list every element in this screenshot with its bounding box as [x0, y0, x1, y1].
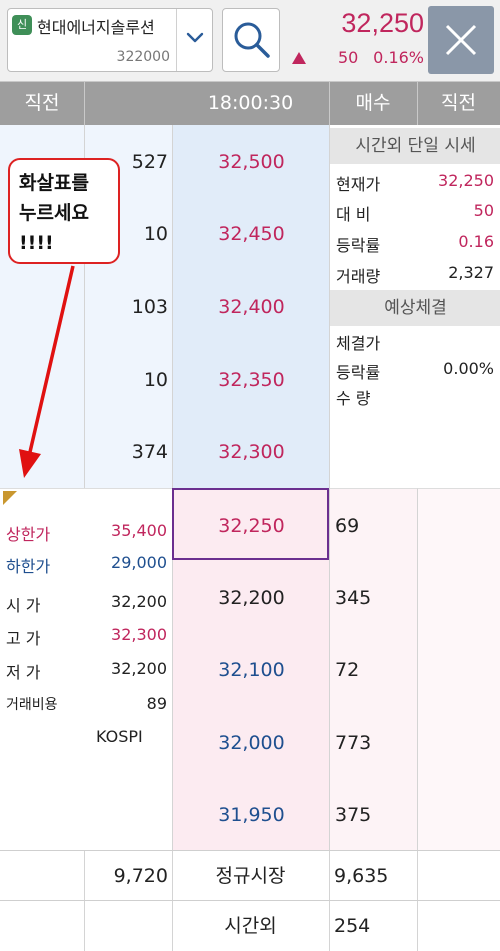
- bid-prev-column: [417, 488, 500, 850]
- volume-ratio-value: 89: [146, 694, 167, 713]
- after-hours-bid: 254: [334, 915, 371, 937]
- low-value: 32,200: [111, 659, 167, 678]
- market-badge: 신: [12, 15, 32, 35]
- bid-price[interactable]: 32,000: [173, 732, 330, 754]
- after-hours-title: 시간외 단일 시세: [330, 128, 500, 164]
- ask-qty[interactable]: 527: [132, 151, 168, 173]
- stock-info-column: 상한가 35,400 하한가 29,000 시 가 32,200 고 가 32,…: [0, 488, 172, 850]
- bid-price[interactable]: 31,950: [173, 804, 330, 826]
- stock-dropdown-button[interactable]: [176, 9, 212, 71]
- ask-price[interactable]: 32,450: [173, 223, 330, 245]
- annotation-text: 화살표를 누르세요 !!!!: [19, 172, 89, 254]
- header-time: 18:00:30: [207, 92, 294, 114]
- ah-change-label: 대 비: [336, 205, 371, 224]
- bid-total: 9,635: [334, 865, 389, 887]
- bid-qty[interactable]: 72: [335, 659, 359, 681]
- exp-qty-label: 수 량: [336, 389, 371, 408]
- header-prev-left: 직전: [24, 92, 60, 114]
- orderbook-header: 직전 18:00:30 매수 직전: [0, 82, 500, 125]
- up-triangle-icon: [292, 52, 306, 64]
- exp-rate-label: 등락률: [336, 363, 381, 382]
- ask-qty[interactable]: 10: [144, 223, 168, 245]
- ask-price[interactable]: 32,300: [173, 441, 330, 463]
- corner-flag-icon: [3, 491, 17, 505]
- ask-price[interactable]: 32,400: [173, 296, 330, 318]
- bid-quantity-column: 69 345 72 773 375: [329, 488, 417, 850]
- current-price: 32,250: [341, 8, 424, 38]
- search-button[interactable]: [222, 8, 280, 72]
- ask-qty[interactable]: 103: [132, 296, 168, 318]
- bid-price[interactable]: 32,100: [173, 659, 330, 681]
- search-icon: [234, 22, 270, 58]
- after-hours-row: 시간외 254: [0, 900, 500, 951]
- annotation-callout: 화살표를 누르세요 !!!!: [8, 158, 120, 264]
- ask-price[interactable]: 32,350: [173, 369, 330, 391]
- stock-header-bar: 신 현대에너지솔루션 322000 32,250 50 0.16%: [0, 0, 500, 82]
- upper-limit-value: 35,400: [111, 521, 167, 540]
- bid-price[interactable]: 32,200: [173, 587, 330, 609]
- stock-name[interactable]: 현대에너지솔루션: [37, 14, 185, 38]
- after-hours-label[interactable]: 시간외: [172, 901, 329, 951]
- ah-current-label: 현재가: [336, 175, 381, 194]
- stock-selector[interactable]: 신 현대에너지솔루션 322000: [7, 8, 213, 72]
- bid-qty[interactable]: 345: [335, 587, 371, 609]
- open-label: 시 가: [6, 596, 41, 615]
- low-label: 저 가: [6, 663, 41, 682]
- upper-limit-label: 상한가: [6, 525, 51, 544]
- ask-price[interactable]: 32,500: [173, 151, 330, 173]
- close-icon: [445, 24, 477, 56]
- ah-current-value: 32,250: [438, 171, 494, 190]
- ah-change-value: 50: [473, 201, 494, 220]
- lower-limit-label: 하한가: [6, 557, 51, 576]
- after-hours-panel: 시간외 단일 시세 현재가 32,250 대 비 50 등락률 0.16 거래량…: [329, 125, 500, 488]
- bid-qty[interactable]: 375: [335, 804, 371, 826]
- lower-limit-value: 29,000: [111, 553, 167, 572]
- high-value: 32,300: [111, 625, 167, 644]
- ah-rate-label: 등락률: [336, 236, 381, 255]
- open-value: 32,200: [111, 592, 167, 611]
- price-change-rate: 0.16%: [373, 48, 424, 67]
- header-bid: 매수: [355, 92, 391, 114]
- ask-price-column: 32,500 32,450 32,400 32,350 32,300: [172, 125, 329, 488]
- ah-rate-value: 0.16: [458, 232, 494, 251]
- regular-market-label[interactable]: 정규시장: [172, 851, 329, 901]
- ask-qty[interactable]: 374: [132, 441, 168, 463]
- close-button[interactable]: [428, 6, 494, 74]
- chevron-down-icon: [186, 32, 204, 43]
- high-label: 고 가: [6, 629, 41, 648]
- total-row: 9,720 정규시장 9,635: [0, 850, 500, 901]
- bid-qty[interactable]: 69: [335, 515, 359, 537]
- bid-qty[interactable]: 773: [335, 732, 371, 754]
- exp-price-label: 체결가: [336, 334, 381, 353]
- market-label: KOSPI: [96, 727, 143, 746]
- price-change: 50: [338, 48, 359, 67]
- ask-total: 9,720: [113, 865, 168, 887]
- stock-code: 322000: [116, 49, 170, 65]
- volume-ratio-label: 거래비용: [6, 697, 58, 713]
- current-price-highlight: [172, 488, 329, 560]
- ah-volume-value: 2,327: [448, 263, 494, 282]
- header-prev-right: 직전: [441, 92, 476, 114]
- expected-title: 예상체결: [330, 290, 500, 326]
- ask-qty[interactable]: 10: [144, 369, 168, 391]
- ah-volume-label: 거래량: [336, 267, 381, 286]
- exp-rate-value: 0.00%: [443, 359, 494, 378]
